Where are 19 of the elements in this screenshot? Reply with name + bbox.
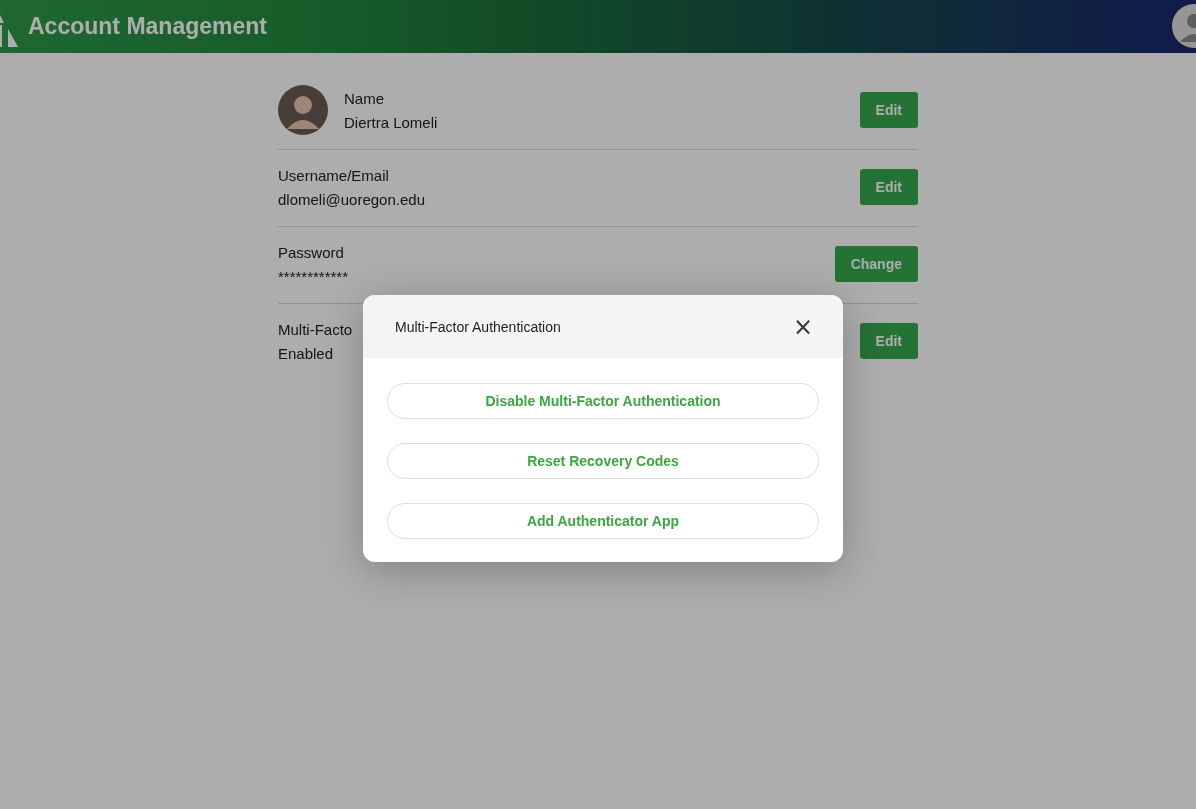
edit-button[interactable]: Change (834, 246, 918, 282)
field-label: Multi-Facto (278, 320, 353, 338)
field-label: Password (278, 243, 344, 261)
option-button[interactable]: Reset Recovery Codes (387, 443, 819, 479)
option-button[interactable]: Disable Multi-Factor Authentication (387, 383, 819, 419)
field-value: ************ (278, 267, 349, 285)
close-button[interactable]: × (788, 314, 817, 339)
field-value: Enabled (278, 344, 334, 362)
field-label: Username/Email (278, 166, 389, 184)
edit-button[interactable]: Edit (859, 169, 918, 205)
profile-avatar-icon (278, 85, 328, 135)
dialog-title: Multi-Factor Authentication (395, 318, 561, 335)
option-button[interactable]: Add Authenticator App (387, 503, 819, 539)
field-label: Name (344, 89, 384, 107)
field-value: Diertra Lomeli (344, 113, 438, 131)
edit-button[interactable]: Edit (859, 92, 918, 128)
page-title: Account Management (28, 13, 267, 40)
field-value: dlomeli@uoregon.edu (278, 190, 425, 208)
edit-button[interactable]: Edit (859, 323, 918, 359)
